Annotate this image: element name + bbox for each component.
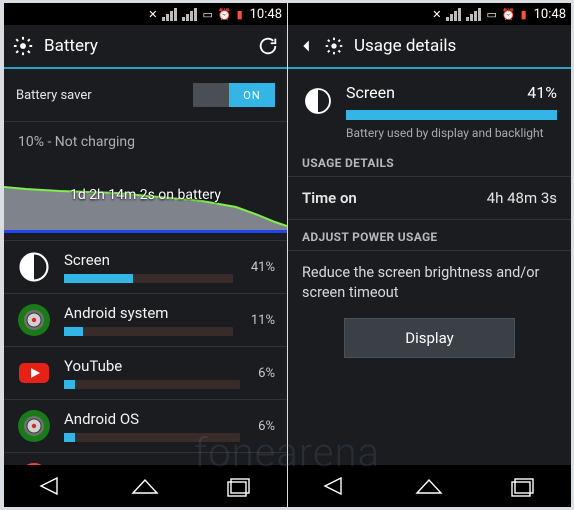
portrait-lock-icon: ▭	[202, 8, 212, 21]
time-on-key: Time on	[302, 189, 357, 207]
phone-right: ✕ ▭ ⏰ ▮ 10:48 Usage details Screen 41%	[288, 3, 571, 507]
refresh-icon[interactable]	[257, 35, 279, 57]
nav-bar	[288, 465, 571, 507]
nav-back[interactable]	[26, 472, 76, 500]
android-system-icon	[16, 302, 52, 338]
on-battery-caption: 1d 2h 14m 2s on battery	[4, 156, 287, 234]
usage-item-label: Screen	[64, 251, 233, 269]
page-title: Battery	[44, 36, 247, 56]
nav-recents[interactable]	[499, 472, 549, 500]
gear-icon	[324, 36, 344, 56]
signal-1-icon	[162, 8, 177, 21]
usage-item-label: Android OS	[64, 410, 240, 428]
nav-recents[interactable]	[215, 472, 265, 500]
gear-icon	[12, 35, 34, 57]
app-bar: Usage details	[288, 25, 571, 67]
usage-item-pct: 41%	[251, 260, 275, 275]
toggle-on-label: ON	[229, 83, 275, 107]
portrait-lock-icon: ▭	[486, 8, 496, 21]
power-tip: Reduce the screen brightness and/or scre…	[288, 251, 571, 316]
usage-item-label: Android system	[64, 304, 233, 322]
battery-icon: ▮	[237, 8, 243, 21]
usage-item-android-os[interactable]: Android OS 6%	[4, 399, 287, 452]
usage-item-pct: 6%	[258, 366, 275, 381]
phone-left: ✕ ▭ ⏰ ▮ 10:48 Battery Battery saver ON 1…	[4, 3, 287, 507]
usage-header-pct: 41%	[527, 83, 557, 102]
display-button-label: Display	[405, 329, 453, 347]
usage-item-screen[interactable]: Screen 41%	[4, 240, 287, 293]
battery-saver-toggle[interactable]: ON	[193, 83, 275, 107]
time-on-row: Time on 4h 48m 3s	[288, 177, 571, 220]
usage-header-bar	[346, 110, 557, 120]
usage-item-pct: 6%	[258, 419, 275, 434]
battery-chart[interactable]: 1d 2h 14m 2s on battery	[4, 156, 287, 234]
section-usage-details: USAGE DETAILS	[288, 146, 571, 177]
signal-2-icon	[466, 8, 481, 21]
brightness-icon	[302, 85, 334, 117]
status-clock: 10:48	[534, 7, 566, 22]
display-button[interactable]: Display	[344, 318, 515, 358]
usage-item-android-system[interactable]: Android system 11%	[4, 293, 287, 346]
signal-1-icon	[446, 8, 461, 21]
youtube-icon	[16, 355, 52, 391]
time-on-value: 4h 48m 3s	[487, 189, 557, 207]
divider	[4, 67, 287, 69]
usage-header: Screen 41% Battery used by display and b…	[288, 69, 571, 146]
nav-back[interactable]	[310, 472, 360, 500]
page-title: Usage details	[354, 36, 563, 56]
battery-saver-row[interactable]: Battery saver ON	[4, 69, 287, 121]
nav-home[interactable]	[404, 472, 454, 500]
divider	[288, 67, 571, 69]
usage-item-label: YouTube	[64, 357, 240, 375]
usage-item-youtube[interactable]: YouTube 6%	[4, 346, 287, 399]
signal-2-icon	[182, 8, 197, 21]
nav-bar	[4, 465, 287, 507]
usage-header-sub: Battery used by display and backlight	[346, 126, 557, 140]
section-adjust-power: ADJUST POWER USAGE	[288, 220, 571, 251]
battery-icon: ▮	[521, 8, 527, 21]
app-bar: Battery	[4, 25, 287, 67]
nav-home[interactable]	[120, 472, 170, 500]
android-os-icon	[16, 408, 52, 444]
alarm-icon: ⏰	[218, 8, 232, 21]
status-clock: 10:48	[250, 7, 282, 22]
status-bar: ✕ ▭ ⏰ ▮ 10:48	[4, 3, 287, 25]
battery-saver-label: Battery saver	[16, 88, 92, 103]
brightness-icon	[16, 249, 52, 285]
alarm-icon: ⏰	[502, 8, 516, 21]
usage-header-label: Screen	[346, 83, 395, 102]
charge-status: 10% - Not charging	[4, 122, 287, 156]
status-bar: ✕ ▭ ⏰ ▮ 10:48	[288, 3, 571, 25]
vibrate-icon: ✕	[148, 8, 157, 21]
usage-item-pct: 11%	[251, 313, 275, 328]
vibrate-icon: ✕	[432, 8, 441, 21]
back-icon[interactable]	[296, 35, 318, 57]
